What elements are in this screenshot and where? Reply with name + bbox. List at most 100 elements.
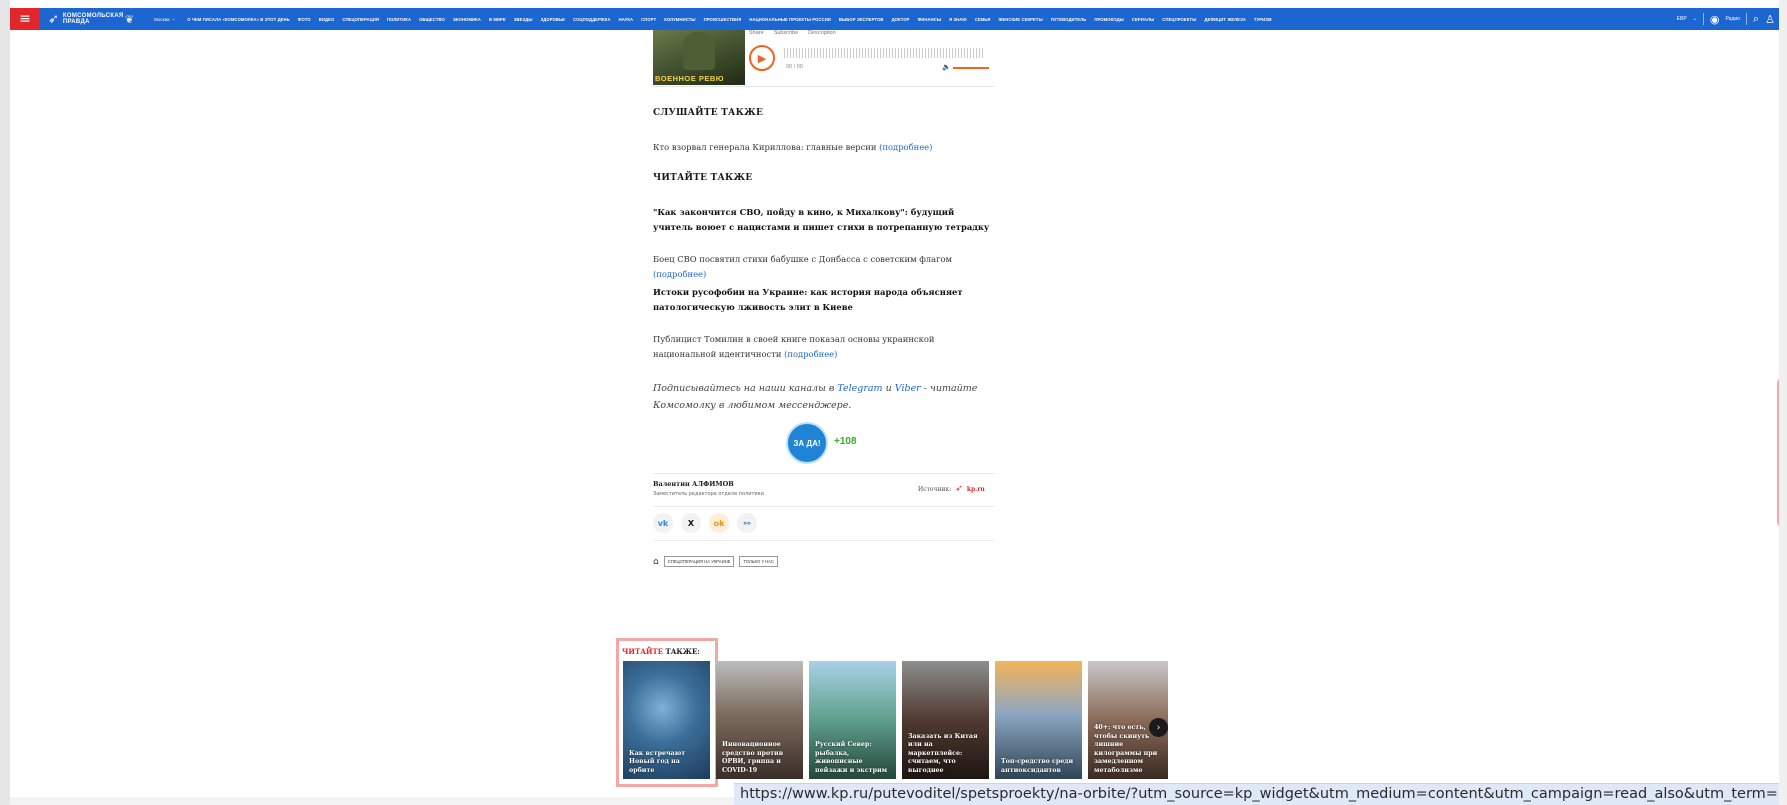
card-title: Топ-средство среди антиоксидантов	[1001, 758, 1074, 774]
nav-item[interactable]: ФОТО	[298, 17, 311, 22]
city-selector[interactable]: Москва ⌄	[154, 16, 175, 22]
subscribe-text: Подписывайтесь на наши каналы в Telegram…	[653, 380, 995, 414]
copy-link-icon[interactable]: ⚯	[737, 513, 757, 533]
nav-item[interactable]: СЕРИАЛЫ	[1132, 17, 1154, 22]
divider	[1745, 13, 1747, 25]
share-buttons: vk X ok ⚯	[653, 513, 757, 533]
carousel-next-icon[interactable]: ›	[1149, 718, 1168, 737]
vk-share-icon[interactable]: vk	[653, 513, 673, 533]
read-also-card[interactable]: Топ-средство среди антиоксидантов	[995, 661, 1082, 779]
chevron-down-icon: ⌄	[1692, 16, 1697, 22]
radio-label[interactable]: Радио	[1726, 16, 1740, 22]
nav-item[interactable]: ТУРИЗМ	[1254, 17, 1272, 22]
related-article-summary: Боец СВО посвятил стихи бабушке с Донбас…	[653, 252, 995, 282]
subscribe-text-part: Подписывайтесь на наши каналы в	[653, 383, 838, 394]
nav-item[interactable]: ЭКОНОМИКА	[453, 17, 481, 22]
nav-item[interactable]: ДЕФИЦИТ ЖЕЛЕЗА	[1204, 17, 1246, 22]
nav-item[interactable]: СОЦПОДДЕРЖКА	[573, 17, 611, 22]
playback-time: 00 / 00	[786, 64, 803, 70]
radio-icon[interactable]: ◉	[1710, 13, 1720, 26]
kp-logo-icon: ➶	[955, 484, 963, 494]
author-role: Заместитель редактора отдела политики	[653, 491, 764, 497]
tag[interactable]: СПЕЦОПЕРАЦИЯ НА УКРАИНЕ	[663, 556, 735, 567]
related-article-title[interactable]: "Как закончится СВО, пойду в кино, к Мих…	[653, 205, 995, 235]
award-icon: ❦	[124, 12, 135, 26]
city-label: Москва	[154, 16, 170, 22]
card-title: Как встречают Новый год на орбите	[629, 749, 686, 774]
nav-item[interactable]: НАУКА	[619, 17, 634, 22]
nav-item[interactable]: ЗВЕЗДЫ	[514, 17, 533, 22]
nav-item[interactable]: ФИНАНСЫ	[918, 17, 941, 22]
logo-arrow-icon: ➶	[48, 11, 59, 27]
card-title: Заказать из Китая или на маркетплейсе: с…	[908, 732, 978, 774]
main-nav: О ЧЕМ ПИСАЛА «КОМСОМОЛКА» В ЭТОТ ДЕНЬ ФО…	[187, 17, 1676, 22]
nav-item[interactable]: ПОЛИТИКА	[387, 17, 411, 22]
user-icon[interactable]: ♙	[1765, 13, 1775, 26]
read-also-card[interactable]: Как встречают Новый год на орбите	[623, 661, 710, 779]
hamburger-menu-icon[interactable]: ≡	[10, 8, 40, 30]
nav-item[interactable]: Я ЗНАЮ	[949, 17, 967, 22]
divider	[653, 506, 995, 507]
nav-item[interactable]: ЗДОРОВЬЕ	[541, 17, 566, 22]
nav-item[interactable]: ПРОИСШЕСТВИЯ	[704, 17, 742, 22]
ok-share-icon[interactable]: ok	[709, 513, 729, 533]
nav-item[interactable]: ОБЩЕСТВО	[419, 17, 445, 22]
card-title: Инновационное средство против ОРВИ, грип…	[722, 741, 784, 774]
read-also-title-rest: ТАКЖЕ:	[663, 647, 700, 656]
nav-item[interactable]: В МИРЕ	[489, 17, 506, 22]
nav-item[interactable]: ЖЕНСКИЕ СЕКРЕТЫ	[999, 17, 1043, 22]
more-link[interactable]: (подробнее)	[784, 349, 837, 359]
related-article-summary: Публицист Томилин в своей книге показал …	[653, 332, 995, 362]
audio-waveform[interactable]	[784, 48, 984, 58]
volume-slider[interactable]	[953, 67, 989, 69]
more-link[interactable]: (подробнее)	[653, 269, 706, 279]
nav-item[interactable]: СПОРТ	[641, 17, 656, 22]
share-button[interactable]: Share	[749, 30, 764, 36]
viber-link[interactable]: Viber	[895, 383, 921, 394]
nav-item[interactable]: СПЕЦПРОЕКТЫ	[1162, 17, 1196, 22]
source-link[interactable]: kp.ru	[967, 486, 985, 493]
nav-item[interactable]: О ЧЕМ ПИСАЛА «КОМСОМОЛКА» В ЭТОТ ДЕНЬ	[187, 17, 290, 22]
nav-item[interactable]: НАЦИОНАЛЬНЫЕ ПРОЕКТЫ РОССИИ	[749, 17, 831, 22]
window-frame-left	[0, 0, 10, 805]
divider	[1702, 13, 1704, 25]
vote-count: +108	[834, 436, 857, 447]
window-frame-right	[1779, 0, 1787, 805]
logo-text: КОМСОМОЛЬСКАЯ ПРАВДА	[62, 13, 124, 25]
nav-item[interactable]: ПРОМОКОДЫ	[1094, 17, 1124, 22]
divider	[653, 540, 995, 541]
description-button[interactable]: Description	[808, 30, 836, 36]
search-icon[interactable]: ⌕	[1753, 12, 1759, 26]
tag-icon: ⌂	[653, 556, 659, 567]
related-article-title[interactable]: Истоки русофобии на Украине: как история…	[653, 285, 995, 315]
subscribe-button[interactable]: Subscribe	[774, 30, 798, 36]
read-also-card[interactable]: Инновационное средство против ОРВИ, грип…	[716, 661, 803, 779]
nav-item[interactable]: КОЛУМНИСТЫ	[664, 17, 695, 22]
telegram-link[interactable]: Telegram	[837, 383, 882, 394]
play-icon[interactable]: ▶	[749, 45, 775, 71]
currency-selector[interactable]: ЕВР	[1677, 16, 1687, 22]
nav-item[interactable]: ВИДЕО	[319, 17, 335, 22]
more-link[interactable]: (подробнее)	[879, 142, 932, 152]
nav-right-controls: ЕВР ⌄ ◉ Радио ⌕ ♙	[1677, 12, 1779, 26]
listen-also-text: Кто взорвал генерала Кириллова: главные …	[653, 142, 877, 152]
site-logo[interactable]: ➶ КОМСОМОЛЬСКАЯ ПРАВДА ❦	[48, 12, 134, 27]
volume-icon[interactable]: 🔈	[942, 63, 951, 71]
nav-item[interactable]: СПЕЦОПЕРАЦИЯ	[342, 17, 379, 22]
nav-item[interactable]: ВЫБОР ЭКСПЕРТОВ	[839, 17, 884, 22]
listen-also-item: Кто взорвал генерала Кириллова: главные …	[653, 140, 995, 155]
nav-item[interactable]: СЕМЬЯ	[975, 17, 991, 22]
nav-item[interactable]: ПУТЕВОДИТЕЛЬ	[1051, 17, 1087, 22]
nav-item[interactable]: ДОКТОР	[892, 17, 910, 22]
player-actions: Share Subscribe Description	[749, 30, 836, 36]
tag[interactable]: ТОЛЬКО У НАС	[739, 556, 778, 567]
card-title: Русский Север: рыбалка, живописные пейза…	[815, 741, 888, 774]
read-also-card[interactable]: Русский Север: рыбалка, живописные пейза…	[809, 661, 896, 779]
cover-caption: ВОЕННОЕ РЕВЮ	[655, 74, 724, 83]
author-name[interactable]: Валентин АЛФИМОВ	[653, 480, 734, 488]
read-also-cards: Как встречают Новый год на орбите Иннова…	[623, 661, 1168, 779]
read-also-widget-title: ЧИТАЙТЕ ТАКЖЕ:	[622, 647, 700, 656]
x-share-icon[interactable]: X	[681, 513, 701, 533]
vote-button[interactable]: ЗА ДА!	[786, 422, 828, 464]
read-also-card[interactable]: Заказать из Китая или на маркетплейсе: с…	[902, 661, 989, 779]
